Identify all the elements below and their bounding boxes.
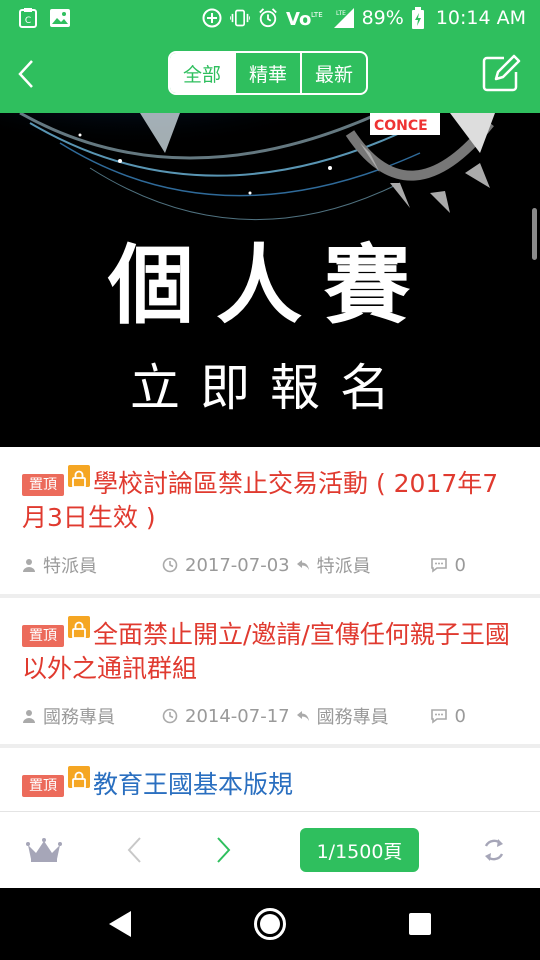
- image-icon: [50, 8, 70, 28]
- back-triangle-icon: [109, 911, 131, 937]
- filter-tabs: 全部 精華 最新: [168, 51, 368, 95]
- scrollbar[interactable]: [532, 208, 537, 260]
- post-title[interactable]: 學校討論區禁止交易活動 ( 2017年7月3日生效 ): [22, 469, 498, 532]
- user-icon: [23, 559, 35, 572]
- crown-button[interactable]: [24, 830, 64, 870]
- reply-icon: [296, 560, 309, 570]
- clock-icon: [162, 708, 178, 724]
- tab-latest[interactable]: 最新: [300, 53, 366, 93]
- system-recents-button[interactable]: [400, 904, 440, 944]
- banner-subtitle: 立即報名: [130, 359, 410, 417]
- crown-icon: [26, 838, 62, 862]
- post-title[interactable]: 教育王國基本版規: [93, 770, 293, 799]
- reply-count: 0: [454, 554, 466, 576]
- tab-all[interactable]: 全部: [170, 53, 234, 93]
- battery-icon: [411, 7, 424, 29]
- reply-count: 0: [454, 705, 466, 727]
- pinned-badge: 置頂: [22, 474, 64, 496]
- chevron-left-icon: [127, 837, 141, 863]
- back-button[interactable]: [6, 54, 46, 94]
- list-item[interactable]: 置頂 全面禁止開立/邀請/宣傳任何親子王國以外之通訊群組 國務專員 2014-07…: [0, 598, 540, 748]
- next-page-button[interactable]: [204, 830, 244, 870]
- top-navigation-bar: 全部 精華 最新: [0, 36, 540, 113]
- lock-icon: [68, 465, 90, 488]
- volte-icon: Vo LTE: [286, 8, 326, 28]
- event-banner[interactable]: CONCE 個人賽 立即報名: [0, 113, 540, 447]
- post-date: 2014-07-17: [185, 705, 290, 727]
- add-circle-icon: [202, 8, 222, 28]
- comment-icon: [430, 558, 447, 573]
- pinned-badge: 置頂: [22, 625, 64, 647]
- refresh-button[interactable]: [474, 830, 514, 870]
- tab-featured[interactable]: 精華: [234, 53, 300, 93]
- clipboard-icon: C: [18, 8, 38, 28]
- home-circle-icon: [254, 908, 286, 940]
- post-meta: 特派員 2017-07-03 特派員 0: [22, 535, 518, 595]
- user-icon: [23, 710, 35, 723]
- post-title-wrap: 置頂 學校討論區禁止交易活動 ( 2017年7月3日生效 ): [22, 465, 518, 535]
- system-back-button[interactable]: [100, 904, 140, 944]
- svg-text:C: C: [25, 16, 31, 26]
- system-navigation-bar: [0, 888, 540, 960]
- battery-percent: 89%: [361, 7, 404, 29]
- clock: 10:14 AM: [435, 7, 526, 29]
- svg-text:Vo: Vo: [286, 9, 311, 28]
- post-author[interactable]: 國務專員: [43, 703, 115, 729]
- post-meta: 國務專員 2014-07-17 國務專員 0: [22, 686, 518, 746]
- pinned-badge: 置頂: [22, 775, 64, 797]
- post-title[interactable]: 全面禁止開立/邀請/宣傳任何親子王國以外之通訊群組: [22, 620, 510, 683]
- pagination-toolbar: 1/1500頁: [0, 811, 540, 888]
- refresh-icon: [484, 839, 504, 861]
- compose-button[interactable]: [480, 52, 522, 94]
- comment-icon: [430, 709, 447, 724]
- previous-page-button[interactable]: [114, 830, 154, 870]
- svg-text:CONCE: CONCE: [374, 118, 428, 134]
- status-bar: C Vo LTE LTE 89% 10:14 AM: [0, 0, 540, 36]
- alarm-icon: [258, 8, 278, 28]
- post-title-wrap: 置頂 教育王國基本版規: [22, 766, 518, 802]
- system-home-button[interactable]: [250, 904, 290, 944]
- list-item[interactable]: 置頂 學校討論區禁止交易活動 ( 2017年7月3日生效 ) 特派員 2017-0…: [0, 447, 540, 598]
- svg-text:LTE: LTE: [336, 10, 346, 17]
- post-title-wrap: 置頂 全面禁止開立/邀請/宣傳任何親子王國以外之通訊群組: [22, 616, 518, 686]
- reply-icon: [296, 711, 309, 721]
- lock-icon: [68, 616, 90, 639]
- svg-text:LTE: LTE: [311, 11, 323, 19]
- thread-list: 置頂 學校討論區禁止交易活動 ( 2017年7月3日生效 ) 特派員 2017-0…: [0, 447, 540, 828]
- chevron-left-icon: [18, 60, 33, 88]
- recents-square-icon: [409, 913, 431, 935]
- chevron-right-icon: [217, 837, 231, 863]
- post-author[interactable]: 特派員: [43, 552, 97, 578]
- lock-icon: [68, 766, 90, 789]
- page-indicator-button[interactable]: 1/1500頁: [300, 828, 419, 872]
- signal-icon: LTE: [333, 8, 354, 28]
- vibrate-icon: [229, 8, 250, 28]
- last-reply-author[interactable]: 國務專員: [317, 703, 389, 729]
- last-reply-author[interactable]: 特派員: [317, 552, 371, 578]
- post-date: 2017-07-03: [185, 554, 290, 576]
- edit-icon: [482, 54, 521, 92]
- banner-title: 個人賽: [108, 236, 432, 336]
- clock-icon: [162, 557, 178, 573]
